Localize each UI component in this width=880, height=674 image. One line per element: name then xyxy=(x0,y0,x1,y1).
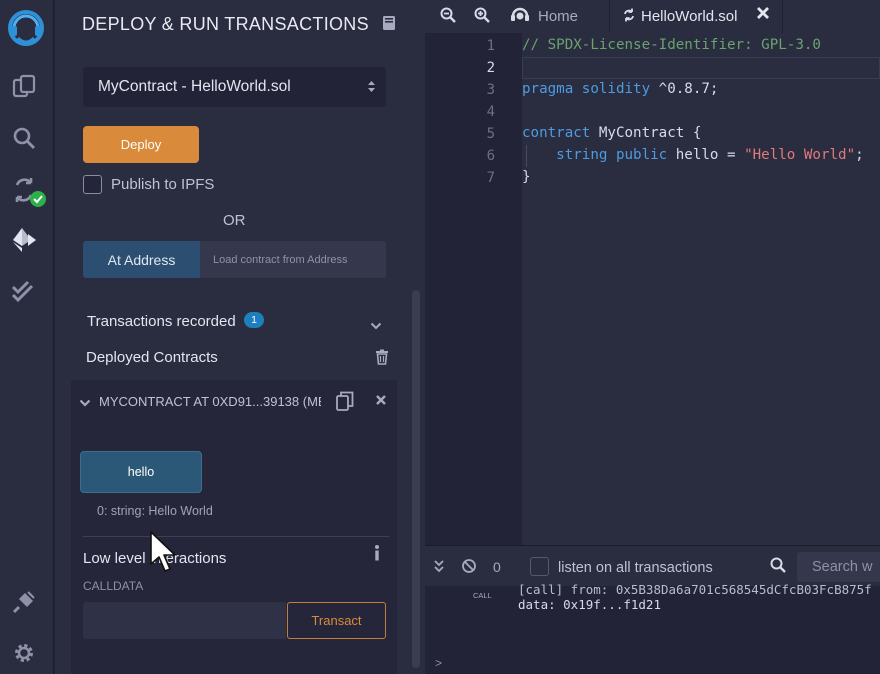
line-number: 5 xyxy=(486,126,495,142)
copy-icon[interactable] xyxy=(336,391,354,416)
solidity-compiler-icon[interactable] xyxy=(9,175,49,209)
calldata-input[interactable] xyxy=(83,602,286,639)
divider xyxy=(83,536,389,537)
terminal-prompt[interactable]: > xyxy=(435,656,442,670)
code-editor[interactable]: 1 2 3 4 5 6 7 // SPDX-License-Identifier… xyxy=(425,33,880,545)
panel-title: DEPLOY & RUN TRANSACTIONS xyxy=(82,14,369,34)
book-icon[interactable] xyxy=(382,15,396,36)
settings-gear-icon[interactable] xyxy=(9,638,39,668)
code-line-5: contract MyContract { xyxy=(522,125,702,141)
remix-home-icon xyxy=(510,6,530,28)
tab-home[interactable]: Home xyxy=(510,0,610,33)
contract-instance: MYCONTRACT AT 0XD91...39138 (ME hello 0:… xyxy=(71,380,397,674)
contract-select[interactable]: MyContract - HelloWorld.sol xyxy=(83,67,386,107)
code-line-6: string public hello = "Hello World"; xyxy=(556,147,864,163)
publish-ipfs-checkbox[interactable] xyxy=(83,175,102,194)
mouse-cursor-icon xyxy=(149,530,179,579)
file-sync-icon xyxy=(623,8,635,26)
hello-call-button[interactable]: hello xyxy=(80,451,202,493)
tab-home-label: Home xyxy=(538,8,579,25)
editor-tab-bar: Home HelloWorld.sol xyxy=(425,0,880,33)
transactions-count-badge: 1 xyxy=(244,312,264,328)
close-icon[interactable] xyxy=(375,393,387,411)
panel-scrollbar[interactable] xyxy=(412,290,420,668)
terminal-output[interactable]: CALL [call] from: 0x5B38Da6a701c568545dC… xyxy=(425,582,880,674)
line-number-gutter: 1 2 3 4 5 6 7 xyxy=(425,33,522,545)
select-arrows-icon xyxy=(367,79,376,99)
info-icon[interactable] xyxy=(374,545,380,566)
instance-title: MYCONTRACT AT 0XD91...39138 (ME xyxy=(99,394,321,409)
or-separator: OR xyxy=(223,212,246,229)
publish-ipfs-label: Publish to IPFS xyxy=(111,176,215,193)
code-line-3: pragma solidity ^0.8.7; xyxy=(522,81,719,97)
terminal-search-input[interactable]: Search w xyxy=(797,552,880,582)
at-address-button[interactable]: At Address xyxy=(83,241,200,278)
zoom-out-icon[interactable] xyxy=(440,7,456,28)
chevron-down-icon[interactable] xyxy=(79,394,91,412)
listen-all-checkbox[interactable] xyxy=(530,557,549,576)
code-area[interactable]: // SPDX-License-Identifier: GPL-3.0 prag… xyxy=(522,33,880,545)
call-tag: CALL xyxy=(473,591,492,600)
terminal-line: data: 0x19f...f1d21 xyxy=(518,597,661,612)
terminal-line: [call] from: 0x5B38Da6a701c568545dCfcB03… xyxy=(518,582,872,597)
close-tab-icon[interactable] xyxy=(756,6,770,24)
active-line-highlight xyxy=(522,57,880,79)
icon-rail xyxy=(0,0,54,674)
file-explorer-icon[interactable] xyxy=(9,72,39,102)
call-result: 0: string: Hello World xyxy=(97,504,213,518)
deployed-contracts-label: Deployed Contracts xyxy=(86,349,218,366)
deploy-run-icon[interactable] xyxy=(9,225,39,255)
transactions-recorded-label[interactable]: Transactions recorded xyxy=(87,313,236,330)
search-icon xyxy=(770,557,786,578)
tab-file-label: HelloWorld.sol xyxy=(641,8,738,25)
line-number: 1 xyxy=(486,38,495,54)
line-number: 7 xyxy=(486,170,495,186)
code-line-7: } xyxy=(522,169,531,185)
plugin-manager-icon[interactable] xyxy=(9,587,39,617)
code-line-1: // SPDX-License-Identifier: GPL-3.0 xyxy=(522,37,821,53)
zoom-in-icon[interactable] xyxy=(474,7,490,28)
contract-select-value: MyContract - HelloWorld.sol xyxy=(98,78,291,95)
terminal-toolbar: 0 listen on all transactions Search w xyxy=(425,545,880,586)
line-number: 3 xyxy=(486,82,495,98)
load-address-input[interactable]: Load contract from Address xyxy=(200,241,386,278)
tab-helloworld-sol[interactable]: HelloWorld.sol xyxy=(613,0,783,33)
pending-tx-count: 0 xyxy=(493,559,501,575)
search-icon[interactable] xyxy=(9,123,39,153)
deploy-panel: DEPLOY & RUN TRANSACTIONS MyContract - H… xyxy=(55,0,425,674)
deploy-button[interactable]: Deploy xyxy=(83,126,199,163)
chevron-down-icon[interactable] xyxy=(370,317,382,335)
line-number: 4 xyxy=(486,104,495,120)
line-number: 6 xyxy=(486,148,495,164)
remix-logo-icon[interactable] xyxy=(4,8,48,48)
listen-all-label: listen on all transactions xyxy=(558,560,713,576)
collapse-terminal-icon[interactable] xyxy=(434,559,444,578)
test-check-icon[interactable] xyxy=(9,276,39,306)
transact-button[interactable]: Transact xyxy=(287,602,386,639)
trash-icon[interactable] xyxy=(375,349,389,370)
calldata-label: CALLDATA xyxy=(83,579,144,593)
clear-console-icon[interactable] xyxy=(461,558,477,579)
line-number: 2 xyxy=(486,60,495,76)
